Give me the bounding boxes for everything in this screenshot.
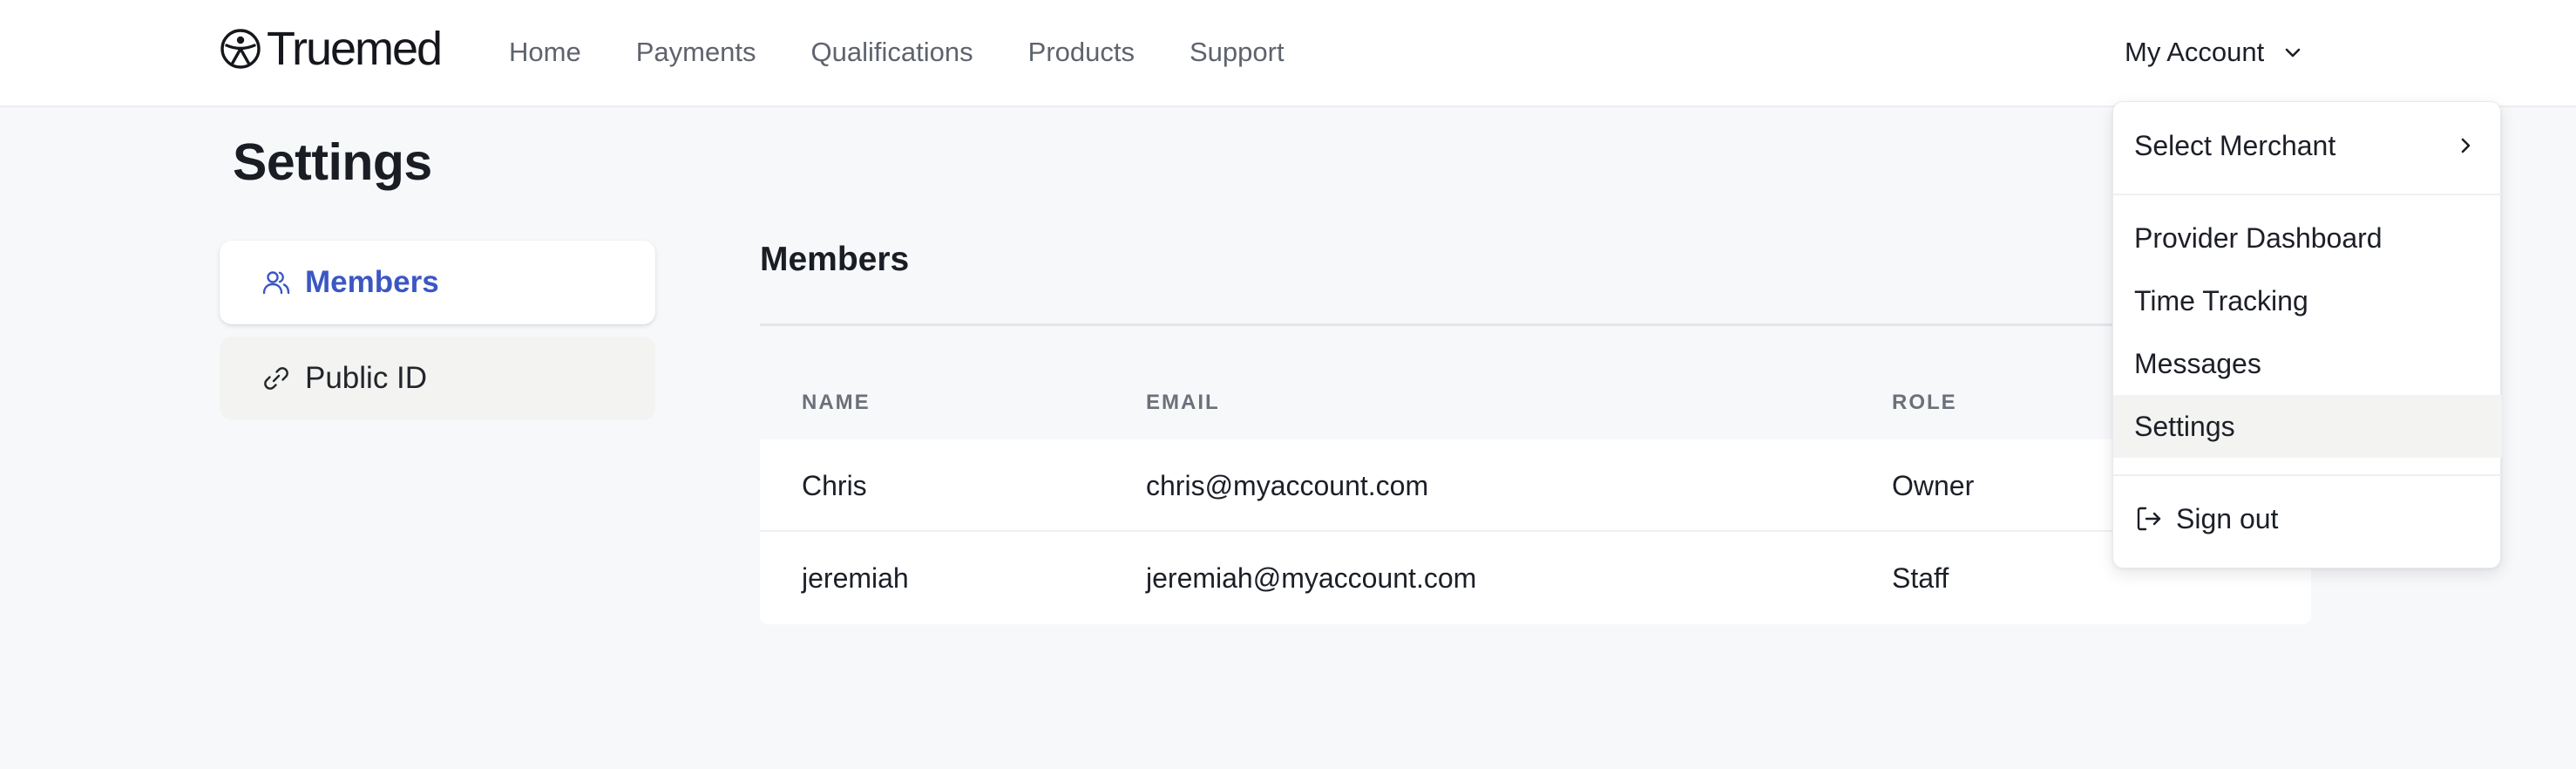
nav-qualifications[interactable]: Qualifications [811,37,973,68]
column-header-role: ROLE [1892,391,1957,414]
menu-item-select-merchant[interactable]: Select Merchant [2113,114,2502,177]
sidebar-item-members[interactable]: Members [220,241,655,324]
table-row: Chris chris@myaccount.com Owner [760,439,2311,532]
page-title: Settings [233,133,432,191]
menu-item-time-tracking[interactable]: Time Tracking [2113,269,2502,332]
menu-divider [2113,194,2502,195]
member-name: Chris [802,469,867,501]
members-table: NAME EMAIL ROLE Chris chris@myaccount.co… [760,359,2311,624]
brand-name: Truemed [267,23,443,75]
table-row: jeremiah jeremiah@myaccount.com Staff [760,532,2311,624]
menu-item-label: Settings [2134,410,2235,442]
account-dropdown-menu: Select Merchant Provider Dashboard Time … [2112,101,2502,568]
nav-payments[interactable]: Payments [636,37,756,68]
chevron-down-icon [2285,48,2301,58]
sidebar-item-label: Public ID [305,361,428,395]
menu-item-label: Provider Dashboard [2134,221,2383,254]
menu-item-label: Time Tracking [2134,284,2308,316]
menu-divider [2113,474,2502,476]
member-role: Owner [1892,469,1975,501]
menu-item-sign-out[interactable]: Sign out [2113,487,2502,550]
sign-out-icon [2137,507,2161,531]
column-header-email: EMAIL [1146,391,1220,414]
table-header: NAME EMAIL ROLE [760,359,2311,439]
member-email: jeremiah@myaccount.com [1146,561,1477,594]
link-icon [264,367,288,390]
sidebar-item-label: Members [305,265,439,299]
chevron-right-icon [2461,138,2471,153]
users-icon [262,271,290,295]
menu-item-label: Sign out [2176,502,2279,534]
column-header-name: NAME [802,391,871,414]
my-account-button[interactable]: My Account [2125,31,2302,73]
top-navigation-bar: Truemed Home Payments Qualifications Pro… [0,0,2576,107]
nav-support[interactable]: Support [1190,37,1285,68]
nav-products[interactable]: Products [1028,37,1135,68]
members-divider [760,323,2311,326]
nav-home[interactable]: Home [509,37,581,68]
brand-logo[interactable]: Truemed [220,23,443,75]
member-email: chris@myaccount.com [1146,469,1429,501]
members-heading: Members [760,241,910,278]
my-account-label: My Account [2125,37,2265,67]
member-name: jeremiah [802,561,909,594]
truemed-logo-icon [220,29,261,69]
menu-item-provider-dashboard[interactable]: Provider Dashboard [2113,207,2502,269]
menu-item-messages[interactable]: Messages [2113,332,2502,395]
menu-item-label: Select Merchant [2134,129,2336,161]
sidebar-item-public-id[interactable]: Public ID [220,337,655,420]
settings-sidebar: Members Public ID [220,241,655,420]
member-role: Staff [1892,561,1949,594]
main-nav: Home Payments Qualifications Products Su… [509,33,1339,71]
menu-item-settings[interactable]: Settings [2113,395,2502,458]
menu-item-label: Messages [2134,347,2261,379]
